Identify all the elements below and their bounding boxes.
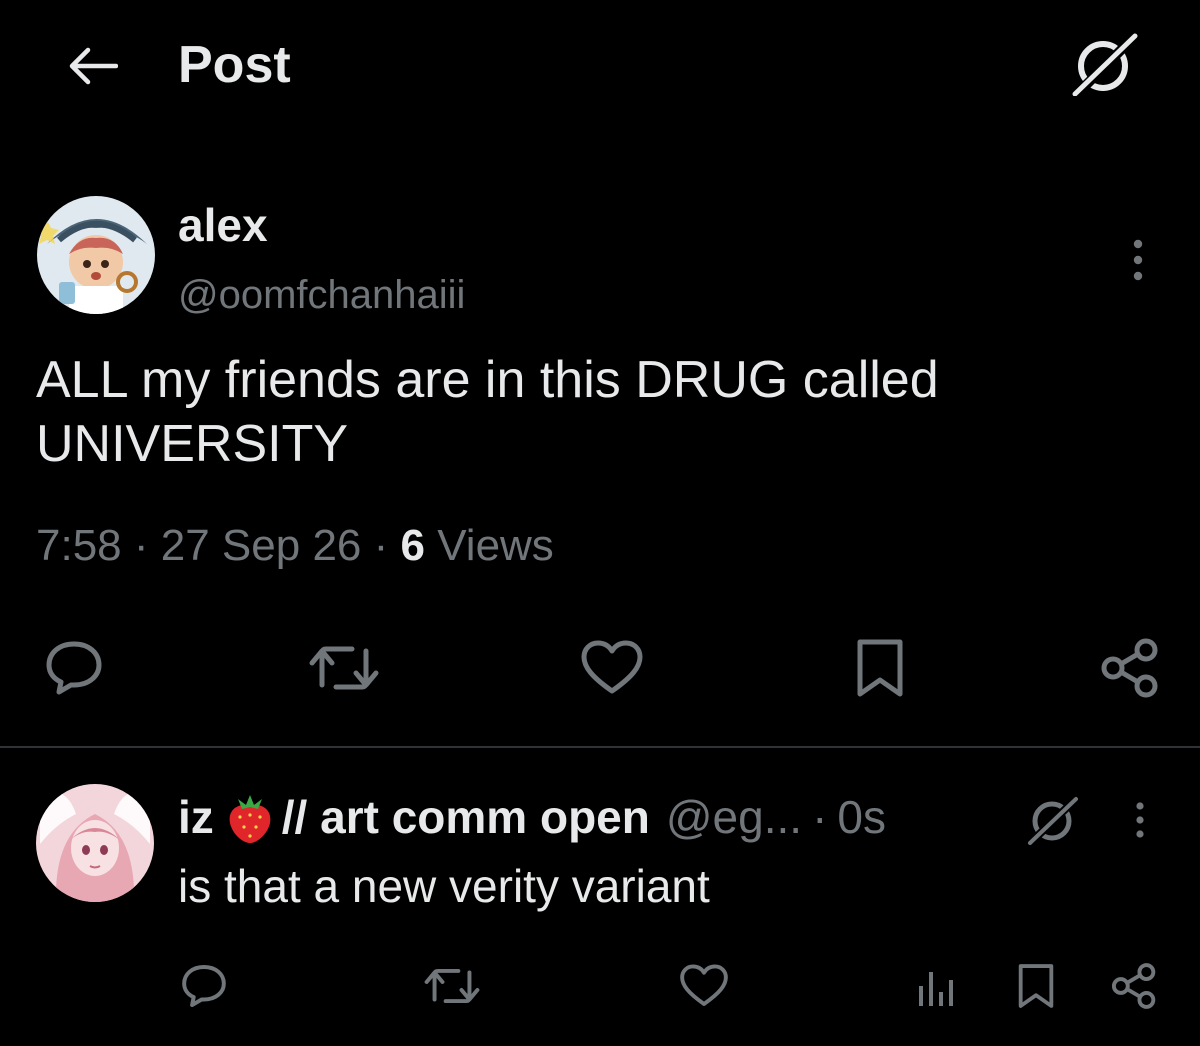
post-date[interactable]: 27 Sep 26: [161, 521, 362, 570]
bookmark-button[interactable]: [840, 630, 920, 706]
strawberry-emoji-icon: [229, 795, 271, 843]
share-icon: [1101, 638, 1158, 698]
reply-more-button[interactable]: [1118, 790, 1162, 850]
reply-button[interactable]: [34, 630, 114, 706]
reply-grok-button[interactable]: [1018, 790, 1088, 850]
post-time[interactable]: 7:58: [36, 521, 122, 570]
post-action-bar: [0, 630, 1200, 706]
grok-icon: [1069, 32, 1141, 96]
more-vertical-icon: [1136, 802, 1144, 838]
heart-icon: [581, 640, 643, 694]
reply-repost-button[interactable]: [420, 956, 484, 1016]
reply-icon: [46, 641, 102, 695]
page-title: Post: [178, 36, 291, 94]
bar-chart-icon: [919, 972, 953, 1006]
author-name[interactable]: alex: [178, 196, 268, 254]
avatar-image: [37, 196, 155, 314]
reply-author-name-suffix[interactable]: // art comm open: [282, 790, 650, 844]
reply-action-bar: [0, 956, 1200, 1016]
bookmark-icon: [857, 639, 903, 697]
reply-separator: ·: [812, 791, 828, 843]
post-meta: 7:58 · 27 Sep 26 · 6 Views: [36, 516, 554, 576]
repost-icon: [309, 646, 379, 690]
reply-time[interactable]: 0s: [837, 790, 886, 844]
author-avatar[interactable]: [37, 196, 155, 314]
bookmark-icon: [1018, 964, 1054, 1008]
grok-icon: [1026, 795, 1080, 845]
author-handle[interactable]: @oomfchanhaiii: [178, 268, 465, 322]
like-button[interactable]: [572, 630, 652, 706]
heart-icon: [680, 964, 728, 1006]
reply-share-button[interactable]: [1102, 956, 1166, 1016]
views-count: 6: [400, 521, 425, 570]
reply-views-button[interactable]: [904, 956, 968, 1016]
views-label: Views: [437, 521, 554, 570]
reply-icon: [182, 964, 226, 1008]
repost-button[interactable]: [304, 630, 384, 706]
reply-author-handle[interactable]: @eg...: [666, 790, 802, 844]
share-icon: [1111, 963, 1156, 1009]
reply-like-button[interactable]: [672, 956, 736, 1016]
repost-icon: [424, 968, 480, 1004]
reply-bookmark-button[interactable]: [1004, 956, 1068, 1016]
reply-header: iz // art comm open @eg... · 0s: [178, 784, 886, 850]
reply-author-name-prefix[interactable]: iz: [178, 790, 214, 844]
avatar-image: [36, 784, 154, 902]
reply-author-avatar[interactable]: [36, 784, 154, 902]
meta-separator: ·: [133, 521, 149, 570]
post-more-button[interactable]: [1110, 225, 1166, 295]
meta-separator: ·: [373, 521, 389, 570]
grok-button[interactable]: [1060, 28, 1150, 100]
divider: [0, 746, 1200, 748]
share-button[interactable]: [1090, 630, 1170, 706]
arrow-left-icon: [69, 47, 118, 85]
reply-reply-button[interactable]: [172, 956, 236, 1016]
reply-text: is that a new verity variant: [178, 860, 710, 912]
more-vertical-icon: [1133, 239, 1143, 281]
back-button[interactable]: [52, 34, 132, 98]
post-text: ALL my friends are in this DRUG called U…: [36, 351, 939, 473]
